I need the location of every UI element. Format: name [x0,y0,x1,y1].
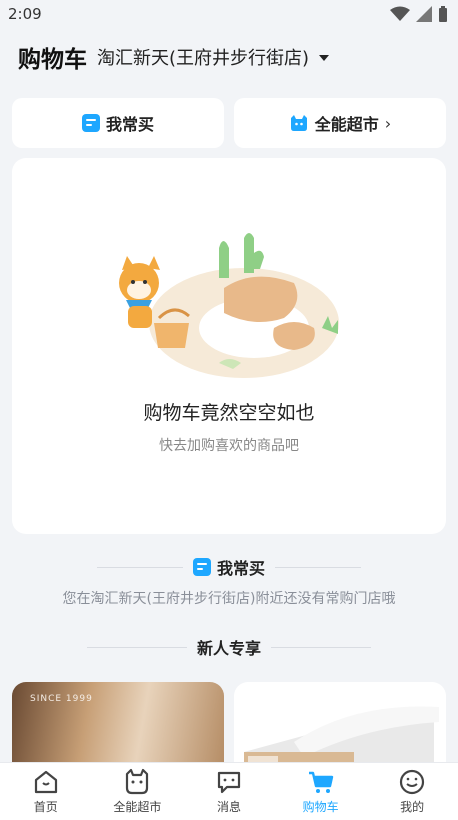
supermarket-button[interactable]: 全能超市 › [234,98,446,148]
tab-label: 我的 [400,800,425,814]
frequent-section-notice: 您在淘汇新天(王府井步行街店)附近还没有常购门店哦 [62,591,396,607]
tab-profile[interactable]: 我的 [366,763,458,820]
tab-label: 购物车 [302,800,339,814]
store-name: 淘汇新天(王府井步行街店) [97,48,310,69]
list-icon [192,558,211,576]
divider [86,646,187,648]
status-bar: 2:09 [0,0,458,28]
cart-icon [308,771,333,793]
empty-cart-card: 购物车竟然空空如也 快去加购喜欢的商品吧 [12,158,446,534]
tab-label: 消息 [216,800,241,814]
message-icon [217,771,241,794]
signal-icon [416,6,432,22]
frequent-section-header: 我常买 [0,554,458,580]
frequent-section-title: 我常买 [192,555,265,579]
tab-supermarket[interactable]: 全能超市 [92,763,184,820]
tab-label: 首页 [33,800,58,814]
frequent-buy-label: 我常买 [105,115,154,134]
newuser-section-header: 新人专享 [0,634,458,660]
divider [271,646,371,648]
quick-actions: 我常买 全能超市 › [0,86,458,148]
wifi-icon [390,6,410,21]
cat-icon [126,768,149,795]
tab-messages[interactable]: 消息 [183,763,275,820]
battery-icon [439,6,447,22]
empty-cart-title: 购物车竟然空空如也 [143,402,315,424]
empty-cart-subtitle: 快去加购喜欢的商品吧 [159,438,299,454]
bottom-tab-bar: 首页 全能超市 消息 购物车 我的 [0,762,458,820]
promo-tag: SINCE 1999 [30,694,93,704]
supermarket-label: 全能超市 [314,115,379,134]
page-header: 购物车 淘汇新天(王府井步行街店) [0,28,458,86]
caret-down-icon [319,55,330,61]
frequent-buy-button[interactable]: 我常买 [12,98,224,148]
list-icon [81,114,100,132]
frequent-section-label: 我常买 [216,559,265,578]
empty-cart-illustration [119,233,339,378]
home-icon [34,770,57,794]
divider [275,566,361,568]
store-selector[interactable]: 淘汇新天(王府井步行街店) [97,44,330,70]
page-title: 购物车 [18,47,87,73]
status-icons [390,6,448,22]
cat-icon [290,115,307,131]
status-time: 2:09 [8,5,42,23]
tab-label: 全能超市 [113,800,162,814]
tab-cart[interactable]: 购物车 [275,763,367,820]
newuser-section-label: 新人专享 [196,639,261,658]
chevron-right-icon: › [384,113,392,133]
smile-icon [400,769,425,795]
tab-home[interactable]: 首页 [0,763,92,820]
divider [96,566,183,568]
